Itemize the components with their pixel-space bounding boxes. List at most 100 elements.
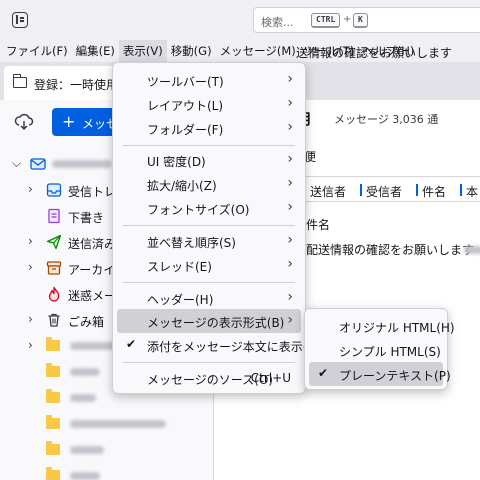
menu-item-label: ヘッダー(H) [147, 293, 214, 307]
subject-header-text: 送情報の確認をお願いします [296, 46, 453, 60]
folder-icon [46, 441, 60, 455]
chevron-right-icon: › [287, 232, 293, 248]
folder-icon [46, 363, 60, 377]
menu-item-label: シンプル HTML(S) [339, 345, 441, 359]
trash-icon [48, 313, 60, 327]
chevron-right-icon: › [287, 71, 293, 87]
chevron-right-icon[interactable]: › [28, 260, 33, 274]
message-count: メッセージ 3,036 通 [334, 113, 439, 126]
menu-item-original-html[interactable]: オリジナル HTML(H) [309, 314, 455, 338]
inbox-icon [46, 183, 62, 197]
junk-flame-icon [48, 286, 60, 302]
folder-icon [46, 337, 60, 351]
column-recipient[interactable]: 受信者 [359, 183, 402, 200]
folder-name-redacted [70, 446, 104, 454]
menu-item-label: メッセージの表示形式(B) [147, 316, 285, 330]
shortcut-k-key: K [353, 13, 368, 28]
chevron-right-icon[interactable]: › [28, 312, 33, 326]
menu-item-inline-attachments[interactable]: ✔ 添付をメッセージ本文に表示(A) [117, 333, 320, 357]
menu-item-body-format[interactable]: メッセージの表示形式(B) › [117, 309, 301, 333]
menu-item-label: オリジナル HTML(H) [339, 321, 455, 335]
menu-message[interactable]: メッセージ(M) [216, 40, 300, 62]
menu-file[interactable]: ファイル(F) [2, 40, 72, 62]
menu-item-ui-density[interactable]: UI 密度(D) › [117, 148, 301, 172]
folder-icon [46, 467, 60, 480]
chevron-right-icon[interactable]: › [28, 338, 33, 352]
menu-item-layout[interactable]: レイアウト(L) › [117, 92, 301, 116]
menu-separator [123, 282, 295, 283]
message-row-redacted [464, 246, 480, 254]
chevron-right-icon: › [287, 95, 293, 111]
account-name-redacted [52, 160, 112, 168]
folder-name-redacted [70, 472, 100, 480]
column-subject[interactable]: 件名 [415, 183, 446, 200]
folder-label: 送信済み [68, 237, 117, 251]
chevron-right-icon: › [287, 312, 293, 328]
chevron-right-icon: › [287, 151, 293, 167]
folder-tab-icon [12, 74, 27, 88]
folder-custom[interactable] [0, 412, 214, 436]
title-bar: 検索... CTRL + K [0, 0, 480, 40]
get-messages-icon[interactable] [14, 112, 34, 132]
folder-name-redacted [70, 420, 166, 428]
menu-item-label: ツールバー(T) [147, 75, 224, 89]
message-row-subject[interactable]: 配送情報の確認をお願いします【 [306, 241, 480, 258]
menu-item-font-size[interactable]: フォントサイズ(O) › [117, 196, 301, 220]
menu-item-label: 並べ替え順序(S) [147, 236, 236, 250]
menu-item-label: UI 密度(D) [147, 155, 206, 169]
menu-separator [123, 145, 295, 146]
menu-item-label: プレーンテキスト(P) [339, 369, 451, 383]
menu-view[interactable]: 表示(V) [118, 40, 167, 62]
menu-item-folders[interactable]: フォルダー(F) › [117, 116, 301, 140]
menu-item-label: フォルダー(F) [147, 123, 224, 137]
folder-custom[interactable] [0, 464, 214, 480]
shortcut-plus: + [343, 14, 352, 25]
checkmark-icon: ✔ [126, 337, 137, 351]
menu-item-plain-text[interactable]: ✔ プレーンテキスト(P) [309, 362, 451, 386]
app-menu-icon[interactable] [12, 12, 28, 28]
view-menu: ツールバー(T) › レイアウト(L) › フォルダー(F) › UI 密度(D… [112, 62, 320, 394]
menu-item-simple-html[interactable]: シンプル HTML(S) [309, 338, 443, 362]
menu-item-zoom[interactable]: 拡大/縮小(Z) › [117, 172, 301, 196]
chevron-right-icon: › [287, 289, 293, 305]
mail-account-icon [30, 158, 46, 170]
folder-label: ごみ箱 [68, 315, 105, 329]
drafts-icon [48, 208, 60, 224]
column-header-bar: 送信者 受信者 件名 本 [290, 176, 480, 202]
chevron-right-icon: › [287, 199, 293, 215]
column-body[interactable]: 本 [459, 183, 478, 200]
chevron-right-icon: › [287, 256, 293, 272]
chevron-right-icon[interactable]: › [28, 182, 33, 196]
search-placeholder: 検索... [261, 16, 294, 29]
tab-title: 登録：一時使用 [34, 78, 119, 92]
chevron-down-icon[interactable]: ⌵ [12, 156, 21, 171]
archive-icon [46, 261, 62, 275]
menu-item-headers[interactable]: ヘッダー(H) › [117, 286, 301, 310]
menu-item-threads[interactable]: スレッド(E) › [117, 253, 301, 277]
menu-edit[interactable]: 編集(E) [72, 40, 119, 62]
subject-column-label: 件名 [306, 218, 331, 232]
global-search-input[interactable]: 検索... CTRL + K [253, 7, 480, 33]
menu-separator [123, 362, 295, 363]
menu-item-label: レイアウト(L) [147, 99, 224, 113]
chevron-right-icon: › [287, 119, 293, 135]
checkmark-icon: ✔ [318, 366, 329, 380]
folder-label: 下書き [68, 211, 105, 225]
menu-item-label: スレッド(E) [147, 260, 212, 274]
menu-item-label: フォントサイズ(O) [147, 203, 250, 217]
menu-item-toolbars[interactable]: ツールバー(T) › [117, 68, 301, 92]
chevron-right-icon[interactable]: › [28, 234, 33, 248]
sent-icon [46, 234, 62, 250]
shortcut-label: Ctrl+U [250, 371, 291, 385]
body-format-submenu: オリジナル HTML(H) シンプル HTML(S) ✔ プレーンテキスト(P) [304, 308, 455, 390]
folder-icon [46, 389, 60, 403]
folder-icon [46, 415, 60, 429]
menu-go[interactable]: 移動(G) [167, 40, 216, 62]
menu-separator [123, 225, 295, 226]
menu-item-message-source[interactable]: メッセージのソース(O) Ctrl+U [117, 366, 301, 390]
menu-item-label: 添付をメッセージ本文に表示(A) [147, 340, 321, 354]
shortcut-ctrl-key: CTRL [311, 13, 341, 28]
folder-custom[interactable] [0, 438, 214, 462]
column-sender[interactable]: 送信者 [303, 183, 346, 200]
menu-item-sort[interactable]: 並べ替え順序(S) › [117, 229, 301, 253]
